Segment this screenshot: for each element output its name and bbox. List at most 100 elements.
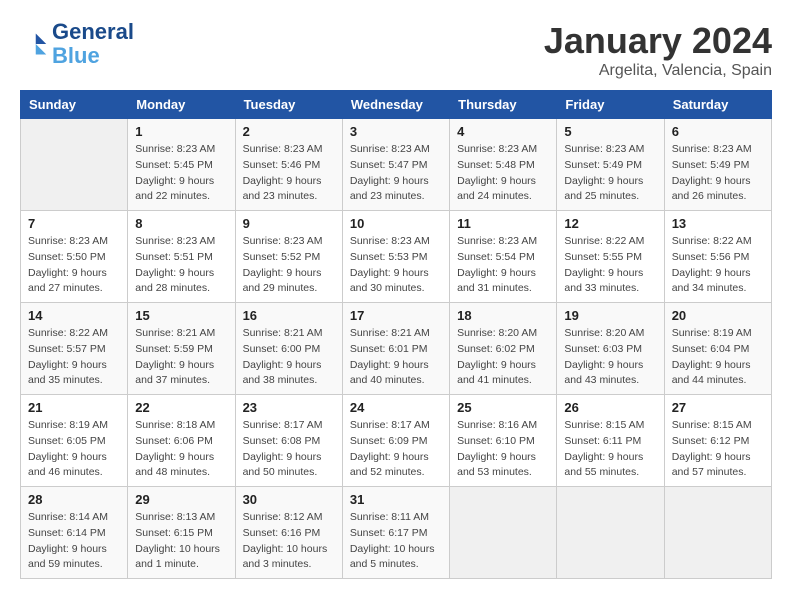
calendar-cell: 31Sunrise: 8:11 AMSunset: 6:17 PMDayligh… (342, 487, 449, 579)
logo-general: General (52, 19, 134, 44)
calendar-week-row: 7 Sunrise: 8:23 AMSunset: 5:50 PMDaylight… (21, 211, 772, 303)
calendar-cell: 19 Sunrise: 8:20 AMSunset: 6:03 PMDayligh… (557, 303, 664, 395)
day-info: Sunrise: 8:14 AMSunset: 6:14 PMDaylight:… (28, 510, 120, 573)
day-info: Sunrise: 8:23 AMSunset: 5:46 PMDaylight:… (243, 142, 335, 205)
calendar-week-row: 28 Sunrise: 8:14 AMSunset: 6:14 PMDayligh… (21, 487, 772, 579)
day-number: 10 (350, 216, 442, 231)
calendar-cell: 30 Sunrise: 8:12 AMSunset: 6:16 PMDayligh… (235, 487, 342, 579)
day-number: 21 (28, 400, 120, 415)
day-info: Sunrise: 8:20 AMSunset: 6:02 PMDaylight:… (457, 326, 549, 389)
day-number: 22 (135, 400, 227, 415)
day-number: 28 (28, 492, 120, 507)
day-number: 25 (457, 400, 549, 415)
calendar-week-row: 1Sunrise: 8:23 AMSunset: 5:45 PMDaylight… (21, 119, 772, 211)
day-info: Sunrise: 8:23 AMSunset: 5:50 PMDaylight:… (28, 234, 120, 297)
calendar-cell: 2 Sunrise: 8:23 AMSunset: 5:46 PMDaylight… (235, 119, 342, 211)
day-of-week-header: Thursday (450, 91, 557, 119)
day-number: 15 (135, 308, 227, 323)
calendar-cell: 29 Sunrise: 8:13 AMSunset: 6:15 PMDayligh… (128, 487, 235, 579)
day-number: 27 (672, 400, 764, 415)
calendar-table: SundayMondayTuesdayWednesdayThursdayFrid… (20, 90, 772, 579)
day-number: 2 (243, 124, 335, 139)
day-info: Sunrise: 8:23 AMSunset: 5:53 PMDaylight:… (350, 234, 442, 297)
day-info: Sunrise: 8:17 AMSunset: 6:08 PMDaylight:… (243, 418, 335, 481)
day-number: 29 (135, 492, 227, 507)
day-of-week-header: Sunday (21, 91, 128, 119)
day-number: 17 (350, 308, 442, 323)
day-number: 13 (672, 216, 764, 231)
calendar-cell: 17 Sunrise: 8:21 AMSunset: 6:01 PMDayligh… (342, 303, 449, 395)
calendar-cell: 28 Sunrise: 8:14 AMSunset: 6:14 PMDayligh… (21, 487, 128, 579)
day-number: 12 (564, 216, 656, 231)
calendar-header: SundayMondayTuesdayWednesdayThursdayFrid… (21, 91, 772, 119)
calendar-cell: 5 Sunrise: 8:23 AMSunset: 5:49 PMDaylight… (557, 119, 664, 211)
month-title: January 2024 (544, 20, 772, 62)
day-number: 6 (672, 124, 764, 139)
calendar-cell: 9Sunrise: 8:23 AMSunset: 5:52 PMDaylight… (235, 211, 342, 303)
day-info: Sunrise: 8:19 AMSunset: 6:05 PMDaylight:… (28, 418, 120, 481)
calendar-cell: 12 Sunrise: 8:22 AMSunset: 5:55 PMDayligh… (557, 211, 664, 303)
day-number: 5 (564, 124, 656, 139)
day-number: 9 (243, 216, 335, 231)
calendar-cell: 27 Sunrise: 8:15 AMSunset: 6:12 PMDayligh… (664, 395, 771, 487)
calendar-cell: 15Sunrise: 8:21 AMSunset: 5:59 PMDayligh… (128, 303, 235, 395)
day-info: Sunrise: 8:12 AMSunset: 6:16 PMDaylight:… (243, 510, 335, 573)
day-info: Sunrise: 8:23 AMSunset: 5:47 PMDaylight:… (350, 142, 442, 205)
day-info: Sunrise: 8:23 AMSunset: 5:45 PMDaylight:… (135, 142, 227, 205)
logo-icon (20, 30, 48, 58)
calendar-cell: 25 Sunrise: 8:16 AMSunset: 6:10 PMDayligh… (450, 395, 557, 487)
day-number: 7 (28, 216, 120, 231)
day-info: Sunrise: 8:17 AMSunset: 6:09 PMDaylight:… (350, 418, 442, 481)
day-number: 8 (135, 216, 227, 231)
calendar-cell: 18 Sunrise: 8:20 AMSunset: 6:02 PMDayligh… (450, 303, 557, 395)
day-of-week-header: Saturday (664, 91, 771, 119)
day-info: Sunrise: 8:23 AMSunset: 5:48 PMDaylight:… (457, 142, 549, 205)
calendar-cell: 1Sunrise: 8:23 AMSunset: 5:45 PMDaylight… (128, 119, 235, 211)
day-info: Sunrise: 8:21 AMSunset: 6:00 PMDaylight:… (243, 326, 335, 389)
day-of-week-header: Tuesday (235, 91, 342, 119)
calendar-cell: 24 Sunrise: 8:17 AMSunset: 6:09 PMDayligh… (342, 395, 449, 487)
logo-blue: Blue (52, 43, 100, 68)
day-info: Sunrise: 8:15 AMSunset: 6:12 PMDaylight:… (672, 418, 764, 481)
calendar-cell (557, 487, 664, 579)
title-block: January 2024 Argelita, Valencia, Spain (544, 20, 772, 80)
calendar-cell: 20Sunrise: 8:19 AMSunset: 6:04 PMDayligh… (664, 303, 771, 395)
day-info: Sunrise: 8:16 AMSunset: 6:10 PMDaylight:… (457, 418, 549, 481)
calendar-week-row: 21 Sunrise: 8:19 AMSunset: 6:05 PMDayligh… (21, 395, 772, 487)
day-info: Sunrise: 8:20 AMSunset: 6:03 PMDaylight:… (564, 326, 656, 389)
day-info: Sunrise: 8:23 AMSunset: 5:51 PMDaylight:… (135, 234, 227, 297)
day-number: 11 (457, 216, 549, 231)
day-number: 16 (243, 308, 335, 323)
day-number: 19 (564, 308, 656, 323)
day-info: Sunrise: 8:15 AMSunset: 6:11 PMDaylight:… (564, 418, 656, 481)
day-info: Sunrise: 8:13 AMSunset: 6:15 PMDaylight:… (135, 510, 227, 573)
day-info: Sunrise: 8:22 AMSunset: 5:57 PMDaylight:… (28, 326, 120, 389)
day-number: 24 (350, 400, 442, 415)
calendar-cell: 3Sunrise: 8:23 AMSunset: 5:47 PMDaylight… (342, 119, 449, 211)
days-of-week-row: SundayMondayTuesdayWednesdayThursdayFrid… (21, 91, 772, 119)
day-info: Sunrise: 8:22 AMSunset: 5:55 PMDaylight:… (564, 234, 656, 297)
day-info: Sunrise: 8:22 AMSunset: 5:56 PMDaylight:… (672, 234, 764, 297)
day-info: Sunrise: 8:18 AMSunset: 6:06 PMDaylight:… (135, 418, 227, 481)
calendar-cell: 6Sunrise: 8:23 AMSunset: 5:49 PMDaylight… (664, 119, 771, 211)
calendar-cell: 21 Sunrise: 8:19 AMSunset: 6:05 PMDayligh… (21, 395, 128, 487)
day-number: 26 (564, 400, 656, 415)
calendar-cell (664, 487, 771, 579)
page-header: General Blue January 2024 Argelita, Vale… (20, 20, 772, 80)
calendar-cell: 16 Sunrise: 8:21 AMSunset: 6:00 PMDayligh… (235, 303, 342, 395)
day-of-week-header: Wednesday (342, 91, 449, 119)
day-number: 18 (457, 308, 549, 323)
day-info: Sunrise: 8:23 AMSunset: 5:49 PMDaylight:… (564, 142, 656, 205)
day-info: Sunrise: 8:21 AMSunset: 6:01 PMDaylight:… (350, 326, 442, 389)
day-number: 30 (243, 492, 335, 507)
calendar-cell: 8 Sunrise: 8:23 AMSunset: 5:51 PMDaylight… (128, 211, 235, 303)
day-number: 20 (672, 308, 764, 323)
location-subtitle: Argelita, Valencia, Spain (544, 62, 772, 80)
calendar-cell: 23Sunrise: 8:17 AMSunset: 6:08 PMDayligh… (235, 395, 342, 487)
day-of-week-header: Friday (557, 91, 664, 119)
day-info: Sunrise: 8:11 AMSunset: 6:17 PMDaylight:… (350, 510, 442, 573)
day-info: Sunrise: 8:23 AMSunset: 5:54 PMDaylight:… (457, 234, 549, 297)
day-of-week-header: Monday (128, 91, 235, 119)
calendar-cell: 11 Sunrise: 8:23 AMSunset: 5:54 PMDayligh… (450, 211, 557, 303)
calendar-cell: 10 Sunrise: 8:23 AMSunset: 5:53 PMDayligh… (342, 211, 449, 303)
